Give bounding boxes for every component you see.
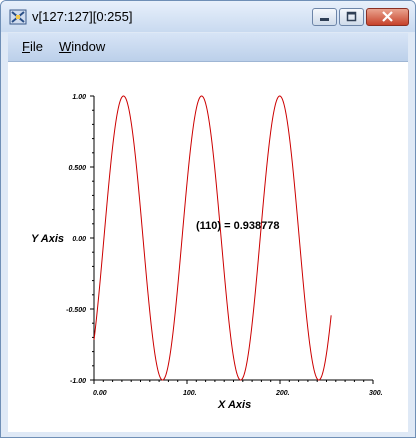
menu-bar: File Window bbox=[8, 33, 408, 62]
y-axis-label: Y Axis bbox=[31, 233, 64, 245]
app-window: v[127:127][0:255] File Window 0.00 100. 20… bbox=[0, 0, 416, 438]
window-title: v[127:127][0:255] bbox=[32, 9, 133, 24]
y-tick-label: 0.500 bbox=[68, 165, 86, 172]
plot-area[interactable]: 0.00 100. 200. 300. 1.00 0.500 0.00 -0.500 -1.00… bbox=[8, 62, 408, 432]
menu-window[interactable]: Window bbox=[59, 39, 105, 54]
maximize-button[interactable] bbox=[339, 8, 364, 26]
menu-file[interactable]: File bbox=[22, 39, 43, 54]
y-tick-label: -0.500 bbox=[66, 307, 86, 314]
x-axis-label: X Axis bbox=[217, 399, 251, 411]
x-tick-label: 100. bbox=[183, 390, 197, 397]
close-icon bbox=[382, 11, 393, 22]
maximize-icon bbox=[346, 11, 357, 22]
x-tick-label: 200. bbox=[275, 390, 290, 397]
y-tick-label: -1.00 bbox=[70, 378, 86, 385]
line-chart: 0.00 100. 200. 300. 1.00 0.500 0.00 -0.500 -1.00… bbox=[31, 94, 383, 411]
app-icon bbox=[9, 9, 27, 25]
minimize-button[interactable] bbox=[312, 8, 337, 26]
chart-axes bbox=[93, 96, 373, 381]
y-tick-label: 0.00 bbox=[72, 236, 86, 243]
minimize-icon bbox=[320, 18, 329, 21]
y-tick-label: 1.00 bbox=[72, 94, 86, 101]
x-tick-label: 0.00 bbox=[93, 390, 107, 397]
title-bar[interactable]: v[127:127][0:255] bbox=[1, 1, 415, 32]
x-tick-label: 300. bbox=[369, 390, 383, 397]
close-button[interactable] bbox=[366, 8, 409, 26]
value-annotation: (110) = 0.938778 bbox=[196, 220, 280, 232]
series-line bbox=[93, 95, 332, 381]
